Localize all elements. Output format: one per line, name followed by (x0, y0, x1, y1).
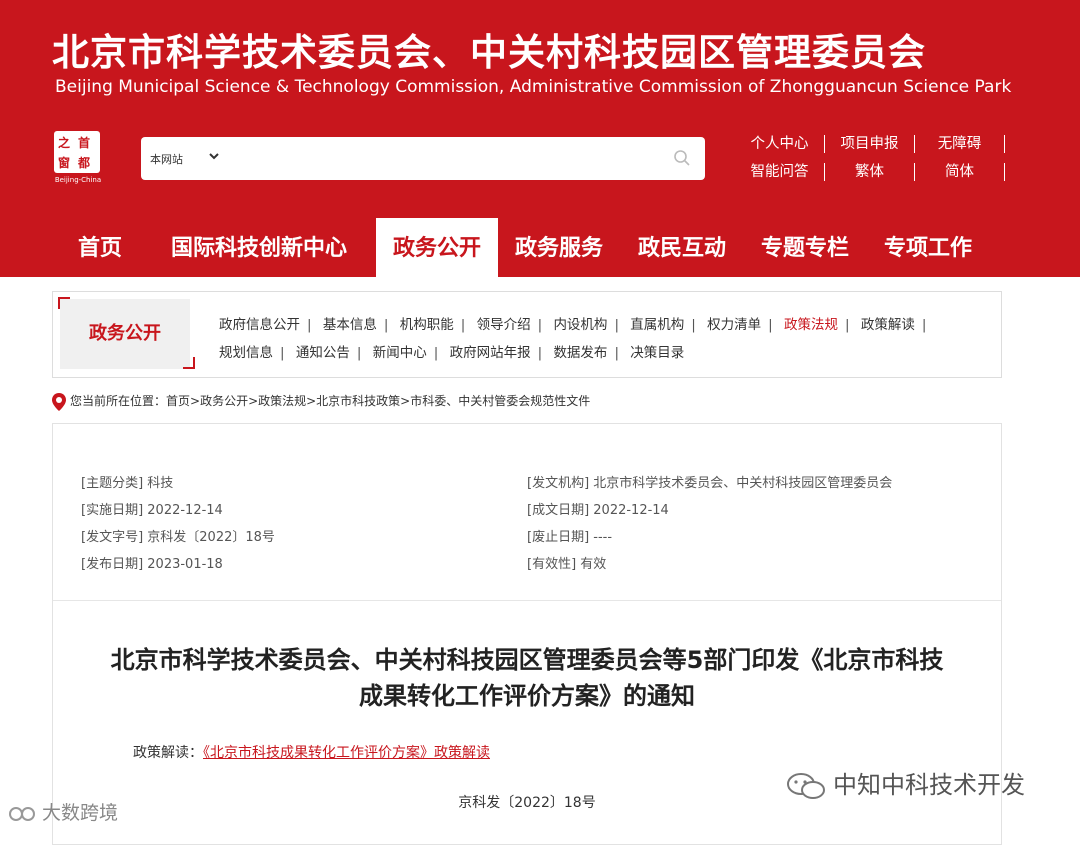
subnav-internal-orgs[interactable]: 内设机构 (553, 317, 607, 333)
top-links: 个人中心 项目申报 无障碍 智能问答 繁体 简体 (735, 130, 1010, 186)
subnav-leaders[interactable]: 领导介绍 (477, 317, 531, 333)
subnav-notices[interactable]: 通知公告 (296, 345, 350, 361)
site-header: 北京市科学技术委员会、中关村科技园区管理委员会 Beijing Municipa… (0, 0, 1080, 218)
logo-char: 都 (78, 156, 91, 170)
location-pin-icon (52, 392, 66, 411)
link-personal-center[interactable]: 个人中心 (735, 135, 825, 153)
subnav-functions[interactable]: 机构职能 (400, 317, 454, 333)
interpretation-link[interactable]: 《北京市科技成果转化工作评价方案》政策解读 (203, 745, 490, 761)
wechat-icon (787, 773, 825, 799)
meta-written-date: [成文日期] 2022-12-14 (527, 503, 669, 518)
subnav-annual-report[interactable]: 政府网站年报 (450, 345, 531, 361)
subnav-data-release[interactable]: 数据发布 (553, 345, 607, 361)
breadcrumb: 您当前所在位置：首页>政务公开>政策法规>北京市科技政策>市科委、中关村管委会规… (52, 392, 590, 411)
main-nav: 首页 国际科技创新中心 政务公开 政务服务 政民互动 专题专栏 专项工作 (0, 218, 1080, 292)
interpretation-label: 政策解读： (133, 745, 203, 761)
search-scope-select[interactable]: 本网站 (150, 151, 183, 167)
breadcrumb-path[interactable]: 首页>政务公开>政策法规>北京市科技政策>市科委、中关村管委会规范性文件 (166, 394, 590, 408)
nav-home[interactable]: 首页 (78, 218, 122, 277)
link-simplified-chinese[interactable]: 简体 (915, 163, 1005, 181)
subnav-title: 政务公开 (60, 299, 190, 369)
chevron-down-icon[interactable] (207, 149, 221, 163)
corner-decoration (58, 297, 70, 309)
subnav-links: 政府信息公开 | 基本信息 | 机构职能 | 领导介绍 | 内设机构 | 直属机构 | 权力… (219, 317, 927, 361)
watermark-right-text: 中知中科技术开发 (833, 771, 1025, 799)
meta-publish-date: [发布日期] 2023-01-18 (81, 557, 223, 572)
document-title: 北京市科学技术委员会、中关村科技园区管理委员会等5部门印发《北京市科技成果转化工… (110, 646, 944, 710)
link-smart-qa[interactable]: 智能问答 (735, 163, 825, 181)
search-input[interactable] (231, 145, 655, 174)
capital-window-logo[interactable]: 之 首 窗 都 Beijing-China (52, 131, 104, 187)
meta-topic: [主题分类] 科技 (81, 476, 174, 491)
meta-issuer: [发文机构] 北京市科学技术委员会、中关村科技园区管理委员会 (527, 476, 893, 491)
subnav-policies[interactable]: 政策法规 (784, 317, 838, 333)
subnav-policy-interpretation[interactable]: 政策解读 (861, 317, 915, 333)
meta-validity: [有效性] 有效 (527, 557, 607, 572)
logo-char: 首 (78, 136, 91, 150)
subnav-power-list[interactable]: 权力清单 (707, 317, 761, 333)
subnav-decision-list[interactable]: 决策目录 (630, 345, 684, 361)
watermark-wechat: 中知中科技术开发 (785, 765, 1025, 801)
divider (53, 600, 1001, 601)
breadcrumb-prefix: 您当前所在位置： (70, 394, 167, 408)
logo-char: 窗 (58, 156, 71, 170)
subnav-planning[interactable]: 规划信息 (219, 345, 273, 361)
meta-repeal-date: [废止日期] ---- (527, 530, 613, 545)
subnav-affiliated-orgs[interactable]: 直属机构 (630, 317, 684, 333)
logo-char: 之 (58, 136, 71, 150)
link-accessibility[interactable]: 无障碍 (915, 135, 1005, 153)
logo-emblem: 之 首 窗 都 (54, 131, 100, 173)
subnav-gov-info[interactable]: 政府信息公开 (219, 317, 300, 333)
nav-gov-services[interactable]: 政务服务 (515, 218, 603, 277)
watermark-left-text: 大数跨境 (42, 802, 119, 824)
nav-public-interaction[interactable]: 政民互动 (638, 218, 726, 277)
site-title-en: Beijing Municipal Science & Technology C… (55, 77, 1012, 97)
link-project-application[interactable]: 项目申报 (825, 135, 915, 153)
nav-innovation-center[interactable]: 国际科技创新中心 (171, 218, 347, 277)
search-icon[interactable] (673, 149, 691, 167)
subnav-news[interactable]: 新闻中心 (373, 345, 427, 361)
corner-decoration (183, 357, 195, 369)
link-traditional-chinese[interactable]: 繁体 (825, 163, 915, 181)
search-bar: 本网站 (141, 137, 705, 180)
nav-gov-affairs-open[interactable]: 政务公开 (376, 218, 498, 292)
subnav-panel: 政务公开 政府信息公开 | 基本信息 | 机构职能 | 领导介绍 | 内设机构 | 直属机… (52, 291, 1002, 378)
brand-mark-icon (9, 806, 35, 821)
watermark-brand: 大数跨境 (8, 798, 118, 825)
subnav-basic-info[interactable]: 基本信息 (323, 317, 377, 333)
nav-special-work[interactable]: 专项工作 (884, 218, 972, 277)
policy-interpretation: 政策解读：《北京市科技成果转化工作评价方案》政策解读 (133, 742, 490, 762)
meta-effective-date: [实施日期] 2022-12-14 (81, 503, 223, 518)
nav-special-topics[interactable]: 专题专栏 (761, 218, 849, 277)
logo-caption: Beijing-China (54, 176, 102, 184)
meta-doc-number: [发文字号] 京科发〔2022〕18号 (81, 530, 275, 545)
site-title-cn: 北京市科学技术委员会、中关村科技园区管理委员会 (52, 31, 926, 74)
